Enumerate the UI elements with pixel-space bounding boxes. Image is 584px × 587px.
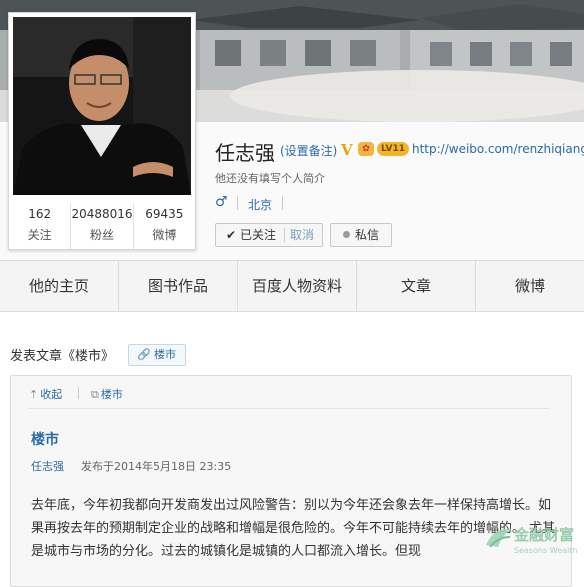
message-label: 私信	[355, 228, 380, 242]
button-divider	[284, 228, 285, 242]
topic-tag-label: 楼市	[154, 348, 176, 361]
stat-following-label: 关注	[27, 228, 52, 242]
topic-tag-button[interactable]: 🔗 楼市	[128, 344, 186, 366]
article-section-heading: 发表文章《楼市》	[10, 349, 115, 364]
collapse-link[interactable]: ⇡ 收起	[29, 386, 62, 402]
watermark: 金融财富 Seasons Wealth	[480, 522, 584, 570]
link-icon: 🔗	[137, 348, 151, 361]
stat-followers-label: 粉丝	[89, 228, 114, 242]
watermark-logo-icon	[486, 528, 512, 548]
homepage-url-link[interactable]: http://weibo.com/renzhiqiang	[412, 142, 584, 156]
city-link[interactable]: 北京	[248, 196, 272, 213]
message-button[interactable]: 私信	[330, 223, 392, 247]
profile-stats: 162 关注 20488016 粉丝 69435 微博	[9, 203, 195, 249]
followed-button[interactable]: ✔ 已关注 取消	[215, 223, 323, 247]
avatar[interactable]	[13, 17, 191, 195]
info-divider	[237, 196, 238, 210]
stat-following-count: 162	[28, 207, 52, 221]
message-icon	[343, 231, 350, 238]
stat-posts-label: 微博	[152, 228, 177, 242]
profile-intro: 他还没有填写个人简介	[215, 172, 325, 185]
profile-tabs: 他的主页 图书作品 百度人物资料 文章 微博	[0, 260, 584, 312]
article-title[interactable]: 楼市	[31, 429, 59, 449]
article-body: 去年底，今年初我都向开发商发出过风险警告：别以为今年还会象去年一样保持高增长。如…	[31, 498, 556, 559]
open-article-link[interactable]: ⧉ 楼市	[91, 386, 123, 402]
tab-books[interactable]: 图书作品	[119, 261, 238, 311]
watermark-name: 金融财富	[514, 526, 575, 544]
stat-posts[interactable]: 69435 微博	[134, 203, 195, 249]
external-link-icon: ⧉	[91, 388, 99, 401]
collapse-label: 收起	[40, 388, 63, 401]
check-icon: ✔	[226, 228, 237, 242]
unfollow-link[interactable]: 取消	[290, 224, 314, 246]
open-article-label: 楼市	[100, 388, 123, 401]
set-note-link[interactable]: (设置备注)	[280, 142, 337, 159]
tab-weibo[interactable]: 微博	[476, 261, 584, 311]
up-arrow-icon: ⇡	[29, 388, 39, 401]
panel-divider	[29, 408, 549, 409]
tab-homepage[interactable]: 他的主页	[0, 261, 119, 311]
info-divider	[282, 196, 283, 210]
profile-name: 任志强	[215, 141, 275, 165]
article-author-link[interactable]: 任志强	[31, 458, 64, 474]
avatar-card: 162 关注 20488016 粉丝 69435 微博	[8, 12, 196, 250]
gender-male-icon: ♂	[215, 194, 228, 210]
tab-baidu-profile[interactable]: 百度人物资料	[238, 261, 357, 311]
followed-label: 已关注	[240, 228, 277, 242]
member-badge-icon[interactable]: ✿	[358, 142, 374, 156]
tab-articles[interactable]: 文章	[357, 261, 476, 311]
verified-v-badge-icon[interactable]: V	[341, 141, 353, 159]
watermark-subtitle: Seasons Wealth	[514, 546, 578, 555]
article-publish-time: 发布于2014年5月18日 23:35	[81, 460, 232, 473]
stat-followers[interactable]: 20488016 粉丝	[71, 203, 134, 249]
toolbar-divider	[78, 387, 79, 399]
stat-following[interactable]: 162 关注	[9, 203, 72, 249]
avatar-portrait	[13, 17, 191, 195]
stat-posts-count: 69435	[145, 207, 184, 221]
stat-followers-count: 20488016	[71, 207, 133, 221]
level-badge-icon[interactable]: LV11	[377, 142, 409, 156]
